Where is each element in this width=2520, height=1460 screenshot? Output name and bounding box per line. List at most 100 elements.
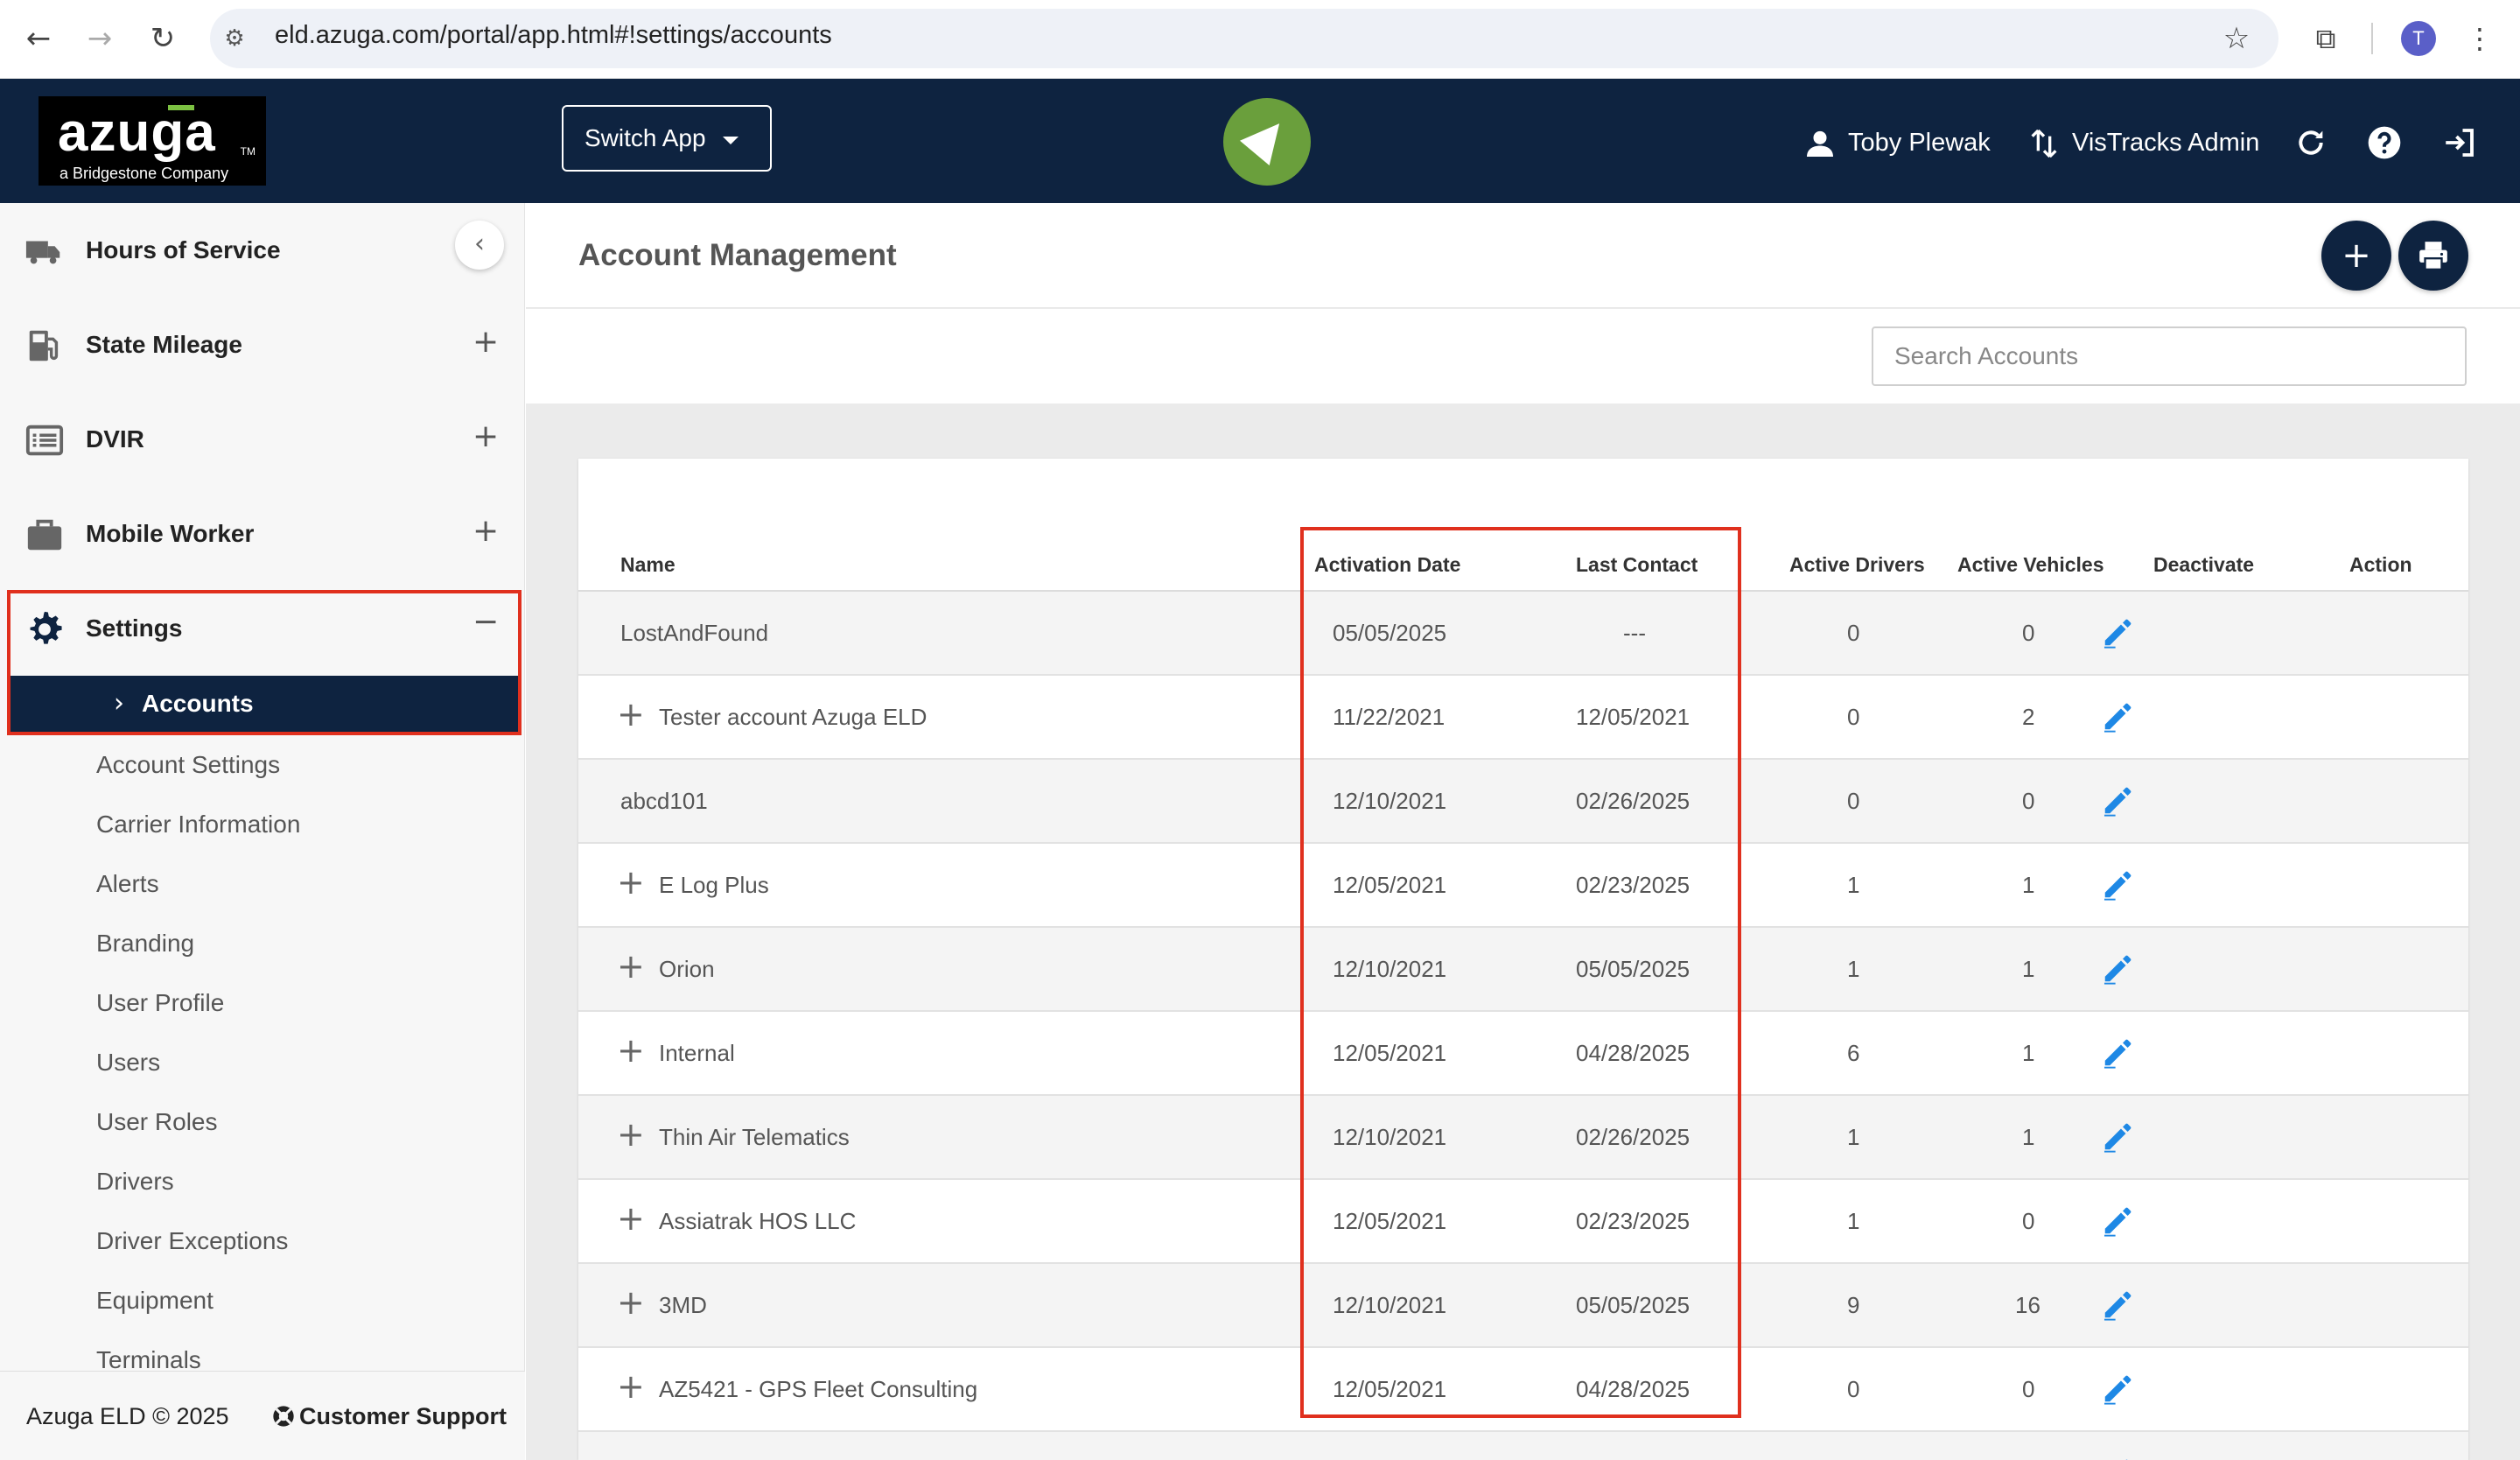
sidebar-subitem-equipment[interactable]: Equipment <box>96 1287 214 1315</box>
cell-name: Internal <box>659 1040 735 1066</box>
column-header-name[interactable]: Name <box>620 553 676 577</box>
cell-last-contact: 04/28/2025 <box>1576 1376 1690 1402</box>
edit-pencil-icon[interactable] <box>2101 1372 2134 1406</box>
edit-pencil-icon[interactable] <box>2101 1120 2134 1154</box>
site-info-icon[interactable]: ⚙ <box>219 23 250 54</box>
expand-row-plus-icon[interactable]: + <box>617 865 645 900</box>
edit-pencil-icon[interactable] <box>2101 616 2134 649</box>
expand-plus-icon[interactable]: + <box>472 418 499 454</box>
vistracks-logo-icon[interactable] <box>1223 98 1311 186</box>
edit-pencil-icon[interactable] <box>2101 868 2134 902</box>
cell-name: LostAndFound <box>620 620 769 646</box>
sidebar-collapse-button[interactable]: ‹ <box>455 221 504 270</box>
cell-activation-date: 12/05/2021 <box>1333 872 1447 898</box>
sidebar-item-dvir[interactable]: DVIR + <box>0 396 525 483</box>
edit-pencil-icon[interactable] <box>2101 784 2134 818</box>
azuga-logo[interactable]: azuga TM a Bridgestone Company <box>38 96 266 186</box>
expand-row-plus-icon[interactable]: + <box>617 697 645 732</box>
page-title: Account Management <box>578 238 897 272</box>
cell-activation-date: 12/10/2021 <box>1333 788 1447 814</box>
cell-last-contact: 04/28/2025 <box>1576 1040 1690 1066</box>
cell-last-contact: 05/05/2025 <box>1576 1292 1690 1318</box>
sidebar-subitem-account-settings[interactable]: Account Settings <box>96 751 280 779</box>
expand-row-plus-icon[interactable]: + <box>617 1369 645 1404</box>
toolbar-divider <box>2371 23 2373 54</box>
admin-switch[interactable]: VisTracks Admin <box>2026 123 2259 163</box>
table-row[interactable]: + Orion 12/10/2021 05/05/2025 1 1 <box>578 928 2468 1012</box>
column-header-activation-date[interactable]: Activation Date <box>1314 553 1460 577</box>
sidebar-subitem-user-roles[interactable]: User Roles <box>96 1108 217 1136</box>
cell-name: Orion <box>659 956 715 982</box>
customer-support-link[interactable]: Customer Support <box>271 1403 507 1430</box>
back-arrow-icon[interactable]: ← <box>19 19 58 58</box>
table-row[interactable]: +3MD 12/10/2021 05/05/2025 9 16 <box>578 1264 2468 1348</box>
sidebar-item-label: Hours of Service <box>86 236 281 263</box>
cell-name: Thin Air Telematics <box>659 1124 850 1150</box>
table-row[interactable]: + Internal 12/05/2021 04/28/2025 6 1 <box>578 1012 2468 1096</box>
sidebar-subitem-alerts[interactable]: Alerts <box>96 870 159 898</box>
add-account-button[interactable]: + <box>2321 221 2391 291</box>
bookmark-star-icon[interactable]: ☆ <box>2217 19 2256 58</box>
table-row[interactable]: + Tester account Azuga ELD 11/22/2021 12/05… <box>578 676 2468 760</box>
profile-avatar[interactable]: T <box>2401 21 2436 56</box>
cell-activation-date: 12/10/2021 <box>1333 1124 1447 1150</box>
expand-row-plus-icon[interactable]: + <box>617 1033 645 1068</box>
cell-active-vehicles: 1 <box>2022 1124 2035 1150</box>
column-header-deactivate[interactable]: Deactivate <box>2153 553 2254 577</box>
expand-row-plus-icon[interactable]: + <box>617 1201 645 1236</box>
sidebar-subitem-user-profile[interactable]: User Profile <box>96 989 224 1017</box>
cell-last-contact: 02/23/2025 <box>1576 1208 1690 1234</box>
browser-menu-icon[interactable]: ⋮ <box>2464 19 2496 58</box>
reload-icon[interactable]: ↻ <box>144 19 182 58</box>
expand-row-plus-icon[interactable]: + <box>617 1285 645 1320</box>
sidebar-item-mobile-worker[interactable]: Mobile Worker + <box>0 490 525 578</box>
sidebar-item-state-mileage[interactable]: State Mileage + <box>0 301 525 389</box>
column-header-last-contact[interactable]: Last Contact <box>1576 553 1698 577</box>
cell-active-drivers: 0 <box>1847 704 1860 730</box>
edit-pencil-icon[interactable] <box>2101 1288 2134 1322</box>
edit-pencil-icon[interactable] <box>2101 1036 2134 1070</box>
expand-row-plus-icon[interactable]: + <box>617 1117 645 1152</box>
cell-active-vehicles: 16 <box>2015 1292 2040 1318</box>
cell-name: abcd101 <box>620 788 708 814</box>
sidebar-item-hours-of-service[interactable]: Hours of Service <box>0 207 525 294</box>
forward-arrow-icon[interactable]: → <box>80 19 119 58</box>
expand-plus-icon[interactable]: + <box>472 513 499 549</box>
cell-active-drivers: 0 <box>1847 788 1860 814</box>
address-bar-url[interactable]: eld.azuga.com/portal/app.html#!settings/… <box>275 21 832 50</box>
sidebar-subitem-branding[interactable]: Branding <box>96 930 194 958</box>
table-row[interactable]: + AZ5421 - GPS Fleet Consulting 12/05/2021… <box>578 1348 2468 1432</box>
refresh-icon[interactable] <box>2291 123 2331 163</box>
edit-pencil-icon[interactable] <box>2101 1204 2134 1238</box>
table-row[interactable]: + E Log Plus 12/05/2021 02/23/2025 1 1 <box>578 844 2468 928</box>
edit-pencil-icon[interactable] <box>2101 700 2134 734</box>
sidebar-subitem-driver-exceptions[interactable]: Driver Exceptions <box>96 1227 288 1255</box>
user-icon <box>1807 131 1833 158</box>
table-row[interactable]: + Assiatrak HOS LLC 12/05/2021 02/23/2025 1 0 <box>578 1180 2468 1264</box>
cell-name: Tester account Azuga ELD <box>659 704 928 730</box>
expand-row-plus-icon[interactable]: + <box>617 949 645 984</box>
user-menu[interactable]: Toby Plewak <box>1802 123 1991 163</box>
sidebar-subitem-users[interactable]: Users <box>96 1049 160 1077</box>
lifebuoy-icon <box>273 1406 294 1427</box>
table-row[interactable]: LostAndFound 05/05/2025 --- 0 0 <box>578 592 2468 676</box>
column-header-active-drivers[interactable]: Active Drivers <box>1789 553 1925 577</box>
help-icon[interactable] <box>2364 123 2404 163</box>
edit-pencil-icon[interactable] <box>2101 952 2134 986</box>
expand-plus-icon[interactable]: + <box>472 324 499 360</box>
edit-pencil-icon[interactable] <box>2101 1456 2134 1460</box>
logout-icon[interactable] <box>2440 123 2480 163</box>
table-row[interactable]: + Thin Air Telematics 12/10/2021 02/26/2025… <box>578 1096 2468 1180</box>
column-header-active-vehicles[interactable]: Active Vehicles <box>1957 553 2104 577</box>
sidebar-subitem-drivers[interactable]: Drivers <box>96 1168 174 1196</box>
print-button[interactable] <box>2398 221 2468 291</box>
settings-highlight-box <box>7 590 522 735</box>
sidebar-subitem-carrier-information[interactable]: Carrier Information <box>96 811 300 839</box>
table-row[interactable]: rahul.devgupta@bridgestone.com12/10/2021… <box>578 1432 2468 1460</box>
extensions-icon[interactable]: ⧉ <box>2306 19 2345 58</box>
page-title-bar: Account Management + <box>526 203 2520 308</box>
search-input[interactable] <box>1872 326 2467 386</box>
switch-app-button[interactable]: Switch App <box>562 105 772 172</box>
table-row[interactable]: abcd101 12/10/2021 02/26/2025 0 0 <box>578 760 2468 844</box>
user-name: Toby Plewak <box>1848 129 1991 157</box>
